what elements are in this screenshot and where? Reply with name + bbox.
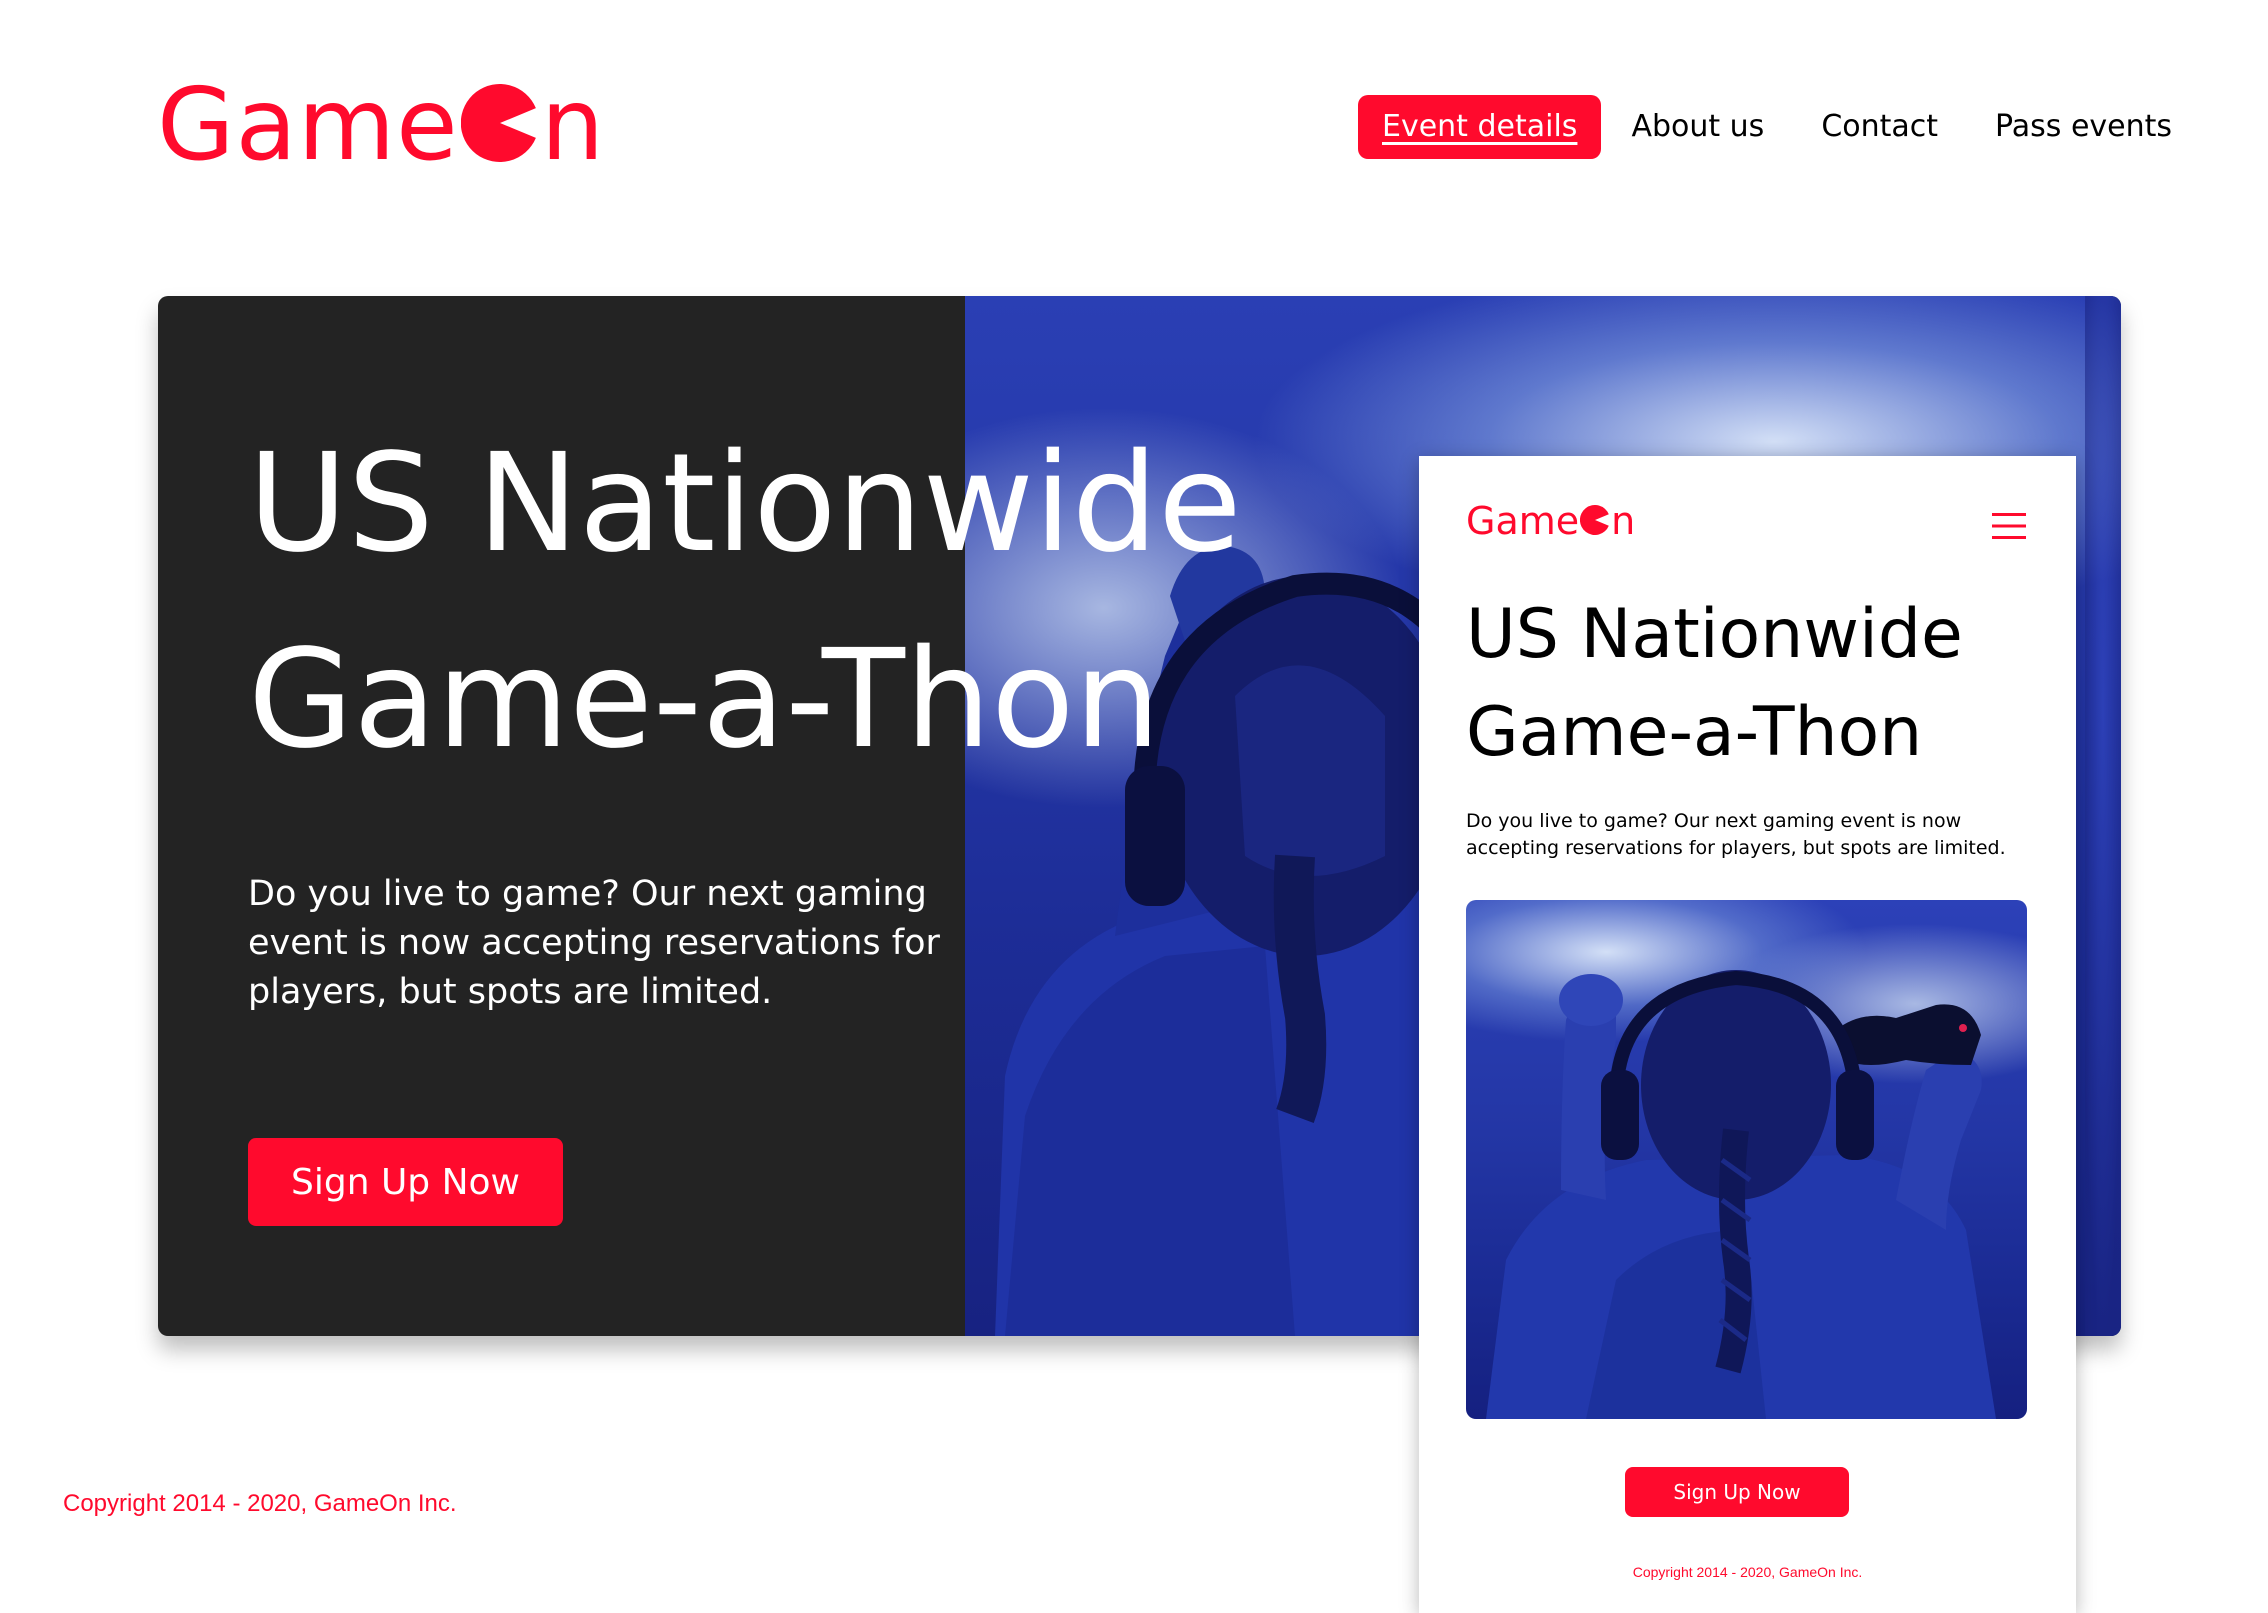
brand-logo[interactable]: Game n <box>157 70 605 180</box>
mobile-hero-subtitle: Do you live to game? Our next gaming eve… <box>1466 810 2006 859</box>
sign-up-button[interactable]: Sign Up Now <box>248 1138 563 1226</box>
hero-title-line1: US Nationwide <box>248 425 1242 583</box>
mobile-logo-text-prefix: Game <box>1466 499 1580 543</box>
mobile-logo-text-suffix: n <box>1611 499 1636 543</box>
mobile-brand-logo[interactable]: Game n <box>1466 496 1635 546</box>
footer-copyright: Copyright 2014 - 2020, GameOn Inc. <box>63 1490 457 1517</box>
pacman-o-icon <box>1580 503 1610 541</box>
logo-text-suffix: n <box>540 66 606 183</box>
mobile-hero-title-line1: US Nationwide <box>1466 595 1963 674</box>
nav-item-pass-events[interactable]: Pass events <box>1995 95 2172 159</box>
nav-item-about-us[interactable]: About us <box>1631 95 1764 159</box>
logo-text-prefix: Game <box>157 66 459 183</box>
pacman-o-icon <box>460 78 539 178</box>
hero-subtitle: Do you live to game? Our next gaming eve… <box>248 874 940 1012</box>
hero-title: US Nationwide Game-a-Thon <box>248 406 1498 798</box>
mobile-hero-title: US Nationwide Game-a-Thon <box>1466 586 2056 782</box>
mobile-hero-title-line2: Game-a-Thon <box>1466 693 1923 772</box>
nav-item-event-details[interactable]: Event details <box>1358 95 1602 159</box>
mobile-preview: Game n US Nationwide Game-a-Thon Do you li… <box>1419 456 2076 1613</box>
mobile-footer-copyright: Copyright 2014 - 2020, GameOn Inc. <box>1632 1564 1863 1580</box>
mobile-gamer-photo <box>1466 900 2027 1419</box>
mobile-sign-up-button[interactable]: Sign Up Now <box>1625 1467 1849 1517</box>
nav-item-contact[interactable]: Contact <box>1821 95 1938 159</box>
main-nav: Event details About us Contact Pass even… <box>1358 95 2172 159</box>
hamburger-menu-icon[interactable] <box>1992 512 2026 540</box>
hero-title-line2: Game-a-Thon <box>248 621 1161 779</box>
